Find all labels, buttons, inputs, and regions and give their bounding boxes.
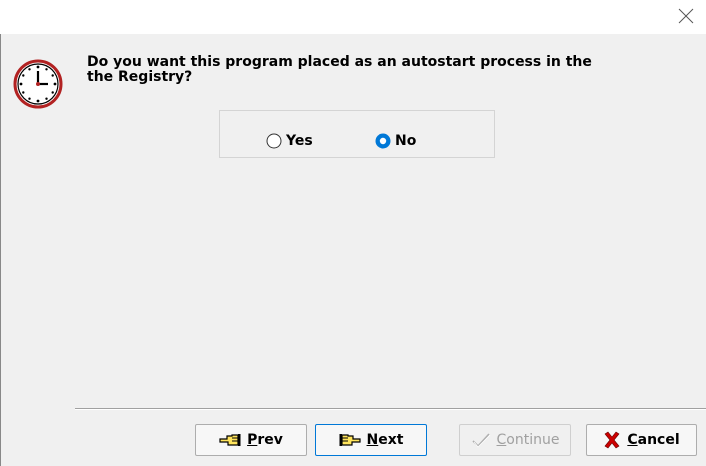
clock-icon — [13, 59, 63, 109]
prev-button[interactable]: Prev — [195, 424, 307, 456]
radio-unchecked-icon — [266, 133, 282, 149]
hand-right-icon — [339, 434, 361, 446]
yes-radio[interactable]: Yes — [266, 132, 313, 150]
question-line-2: the Registry? — [87, 69, 193, 85]
button-separator — [75, 408, 706, 410]
window-edge — [0, 34, 1, 466]
next-button[interactable]: Next — [315, 424, 427, 456]
close-button[interactable] — [670, 0, 700, 32]
no-radio[interactable]: No — [375, 132, 416, 150]
cancel-accel: C — [627, 432, 638, 448]
prev-accel: P — [247, 432, 258, 448]
cancel-label: ancel — [637, 432, 680, 448]
continue-button[interactable]: Continue — [459, 424, 571, 456]
autostart-option-group: Yes No — [219, 110, 495, 158]
prev-label: rev — [257, 432, 283, 448]
question-text: Do you want this program placed as an au… — [87, 55, 657, 85]
yes-label: Yes — [286, 133, 313, 149]
question-line-1: Do you want this program placed as an au… — [87, 54, 592, 70]
title-bar — [0, 0, 706, 34]
cancel-button[interactable]: Cancel — [586, 424, 697, 456]
continue-accel: C — [496, 432, 507, 448]
hand-left-icon — [219, 434, 241, 446]
no-label: No — [395, 133, 417, 149]
installer-dialog: Do you want this program placed as an au… — [0, 0, 706, 466]
radio-checked-icon — [375, 133, 391, 149]
x-icon — [604, 431, 620, 449]
check-icon — [471, 433, 490, 448]
next-label: ext — [378, 432, 404, 448]
continue-label: ontinue — [506, 432, 560, 448]
next-accel: N — [366, 432, 379, 448]
close-icon — [678, 8, 694, 24]
